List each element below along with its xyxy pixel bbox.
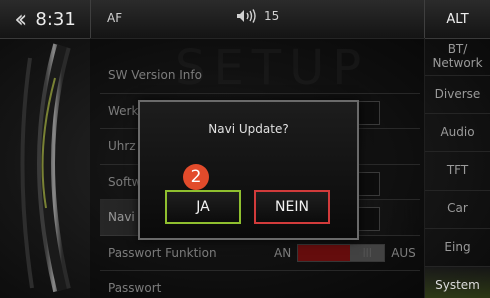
tab-car[interactable]: Car [425,191,490,229]
clock: 8:31 [35,8,76,30]
alt-button[interactable]: ALT [424,0,490,38]
volume-level: 15 [264,9,280,23]
curved-gauge-decoration [20,43,71,293]
step-marker: 2 [183,164,209,190]
head-unit-screen: ‹‹ 8:31 AF 15 ALT SETUP SW Version Info … [0,0,490,298]
double-chevron-left-icon: ‹‹ [14,5,27,33]
status-bar: ‹‹ 8:31 AF 15 ALT [0,0,490,39]
tab-bt-network[interactable]: BT/ Network [425,38,490,77]
category-sidebar: BT/ Network Diverse Audio TFT Car Eing S… [424,38,490,298]
confirm-button[interactable]: JA [165,190,241,224]
tab-diverse[interactable]: Diverse [425,76,490,115]
tab-audio[interactable]: Audio [425,114,490,153]
tab-tft[interactable]: TFT [425,152,490,191]
speaker-icon [237,9,256,23]
af-indicator: AF [107,11,123,25]
tab-eing[interactable]: Eing [425,229,490,267]
navi-update-dialog: Navi Update? JA NEIN [138,100,359,240]
volume-indicator: 15 [236,9,279,23]
tab-system[interactable]: System [425,266,490,298]
back-button[interactable]: ‹‹ 8:31 [0,0,91,38]
cancel-button[interactable]: NEIN [254,190,330,224]
dialog-title: Navi Update? [208,122,289,136]
